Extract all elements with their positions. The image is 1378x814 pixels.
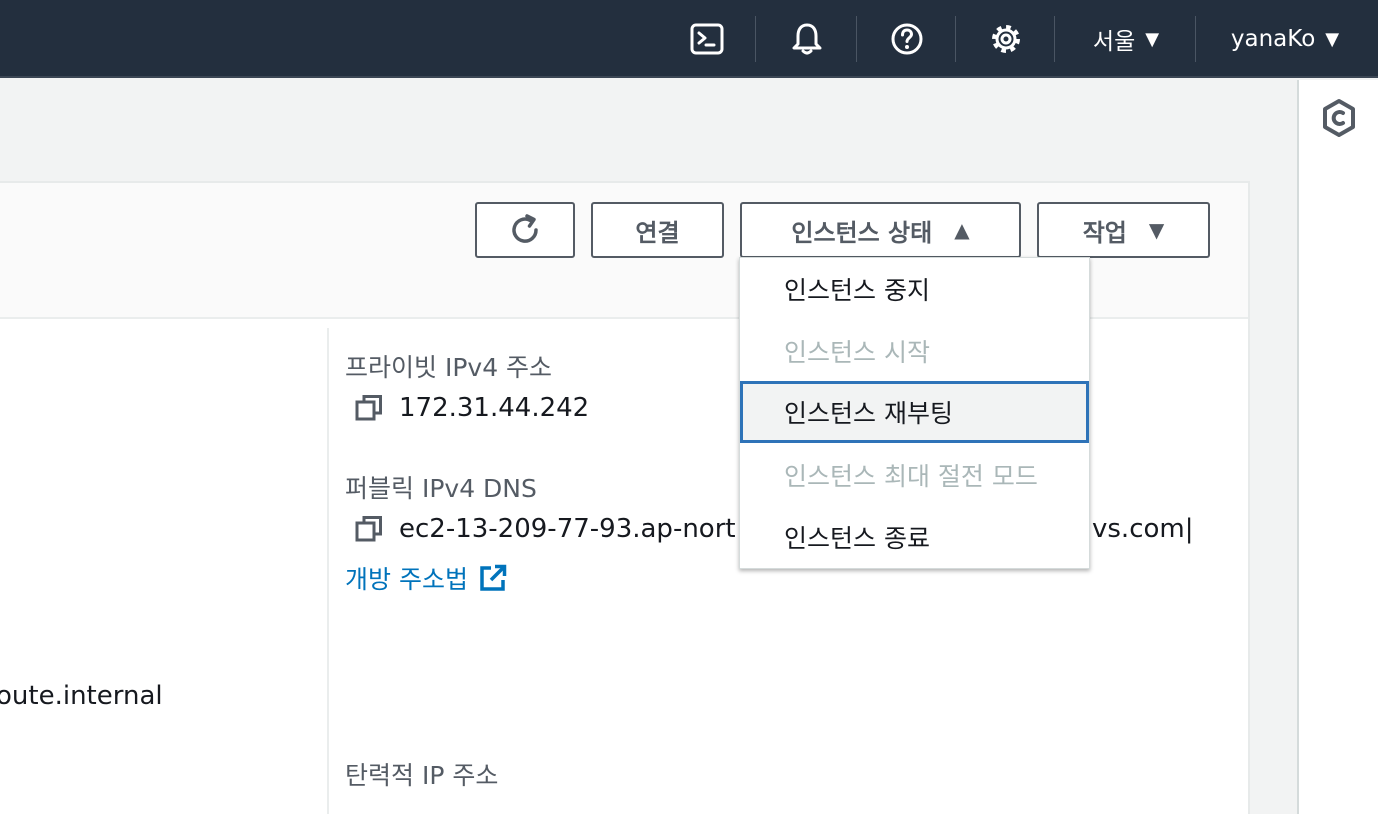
caret-down-icon: ▼ <box>1148 218 1165 242</box>
menu-item-label: 인스턴스 중지 <box>784 276 930 305</box>
menu-item-hibernate-instance: 인스턴스 최대 절전 모드 <box>740 444 1089 506</box>
right-utility-rail <box>1297 80 1378 814</box>
connect-label: 연결 <box>635 218 680 247</box>
public-dns-value: ec2-13-209-77-93.ap-nort <box>355 514 736 544</box>
menu-item-reboot-instance[interactable]: 인스턴스 재부팅 <box>740 381 1089 443</box>
connect-button[interactable]: 연결 <box>591 202 724 258</box>
menu-item-terminate-instance[interactable]: 인스턴스 종료 <box>740 506 1089 568</box>
menu-item-stop-instance[interactable]: 인스턴스 중지 <box>740 258 1089 320</box>
instance-state-label: 인스턴스 상태 <box>791 218 933 247</box>
private-dns-value-partial: oute.internal <box>0 681 163 711</box>
menu-item-label: 인스턴스 재부팅 <box>784 399 953 428</box>
cloudshell-panel-icon[interactable] <box>1321 98 1357 138</box>
topbar-divider <box>1195 16 1196 62</box>
copy-icon[interactable] <box>355 394 383 422</box>
open-address-link[interactable]: 개방 주소법 <box>345 560 508 596</box>
private-dns-text: oute.internal <box>0 681 163 711</box>
caret-up-icon: ▲ <box>954 218 970 242</box>
private-ipv4-text: 172.31.44.242 <box>399 393 590 423</box>
actions-label: 작업 <box>1082 218 1127 247</box>
user-label: yanaKo <box>1230 26 1316 52</box>
private-ipv4-label: 프라이빗 IPv4 주소 <box>345 353 553 382</box>
menu-item-start-instance: 인스턴스 시작 <box>740 320 1089 382</box>
topbar-divider <box>1054 16 1055 62</box>
public-dns-value-end: vs.com| <box>1092 514 1194 544</box>
public-dns-label: 퍼블릭 IPv4 DNS <box>345 474 537 503</box>
top-navigation-bar: 서울 ▼ yanaKo ▼ <box>0 0 1378 78</box>
cloudshell-icon[interactable] <box>680 0 734 78</box>
instance-state-menu: 인스턴스 중지 인스턴스 시작 인스턴스 재부팅 인스턴스 최대 절전 모드 인… <box>739 257 1090 569</box>
topbar-divider <box>856 16 857 62</box>
column-divider <box>327 328 329 814</box>
region-selector[interactable]: 서울 ▼ <box>1078 0 1174 78</box>
open-address-link-text: 개방 주소법 <box>345 565 468 594</box>
menu-item-label: 인스턴스 시작 <box>784 338 930 367</box>
public-dns-text-end: vs.com| <box>1092 514 1194 544</box>
settings-icon[interactable] <box>979 0 1033 78</box>
bell-icon[interactable] <box>780 0 834 78</box>
menu-item-label: 인스턴스 종료 <box>784 524 930 553</box>
user-menu[interactable]: yanaKo ▼ <box>1220 0 1350 78</box>
caret-down-icon: ▼ <box>1325 28 1340 50</box>
instance-state-button[interactable]: 인스턴스 상태 ▲ <box>740 202 1021 258</box>
private-ipv4-value: 172.31.44.242 <box>355 393 589 423</box>
public-dns-text-start: ec2-13-209-77-93.ap-nort <box>399 514 736 544</box>
menu-item-label: 인스턴스 최대 절전 모드 <box>784 462 1038 491</box>
actions-button[interactable]: 작업 ▼ <box>1037 202 1210 258</box>
external-link-icon <box>480 564 507 591</box>
refresh-icon <box>512 214 538 243</box>
refresh-button[interactable] <box>475 202 575 258</box>
elastic-ip-label: 탄력적 IP 주소 <box>345 761 499 790</box>
help-icon[interactable] <box>880 0 934 78</box>
copy-icon[interactable] <box>355 515 383 543</box>
topbar-divider <box>755 16 756 62</box>
topbar-divider <box>955 16 956 62</box>
caret-down-icon: ▼ <box>1145 28 1160 50</box>
region-label: 서울 <box>1092 29 1136 55</box>
